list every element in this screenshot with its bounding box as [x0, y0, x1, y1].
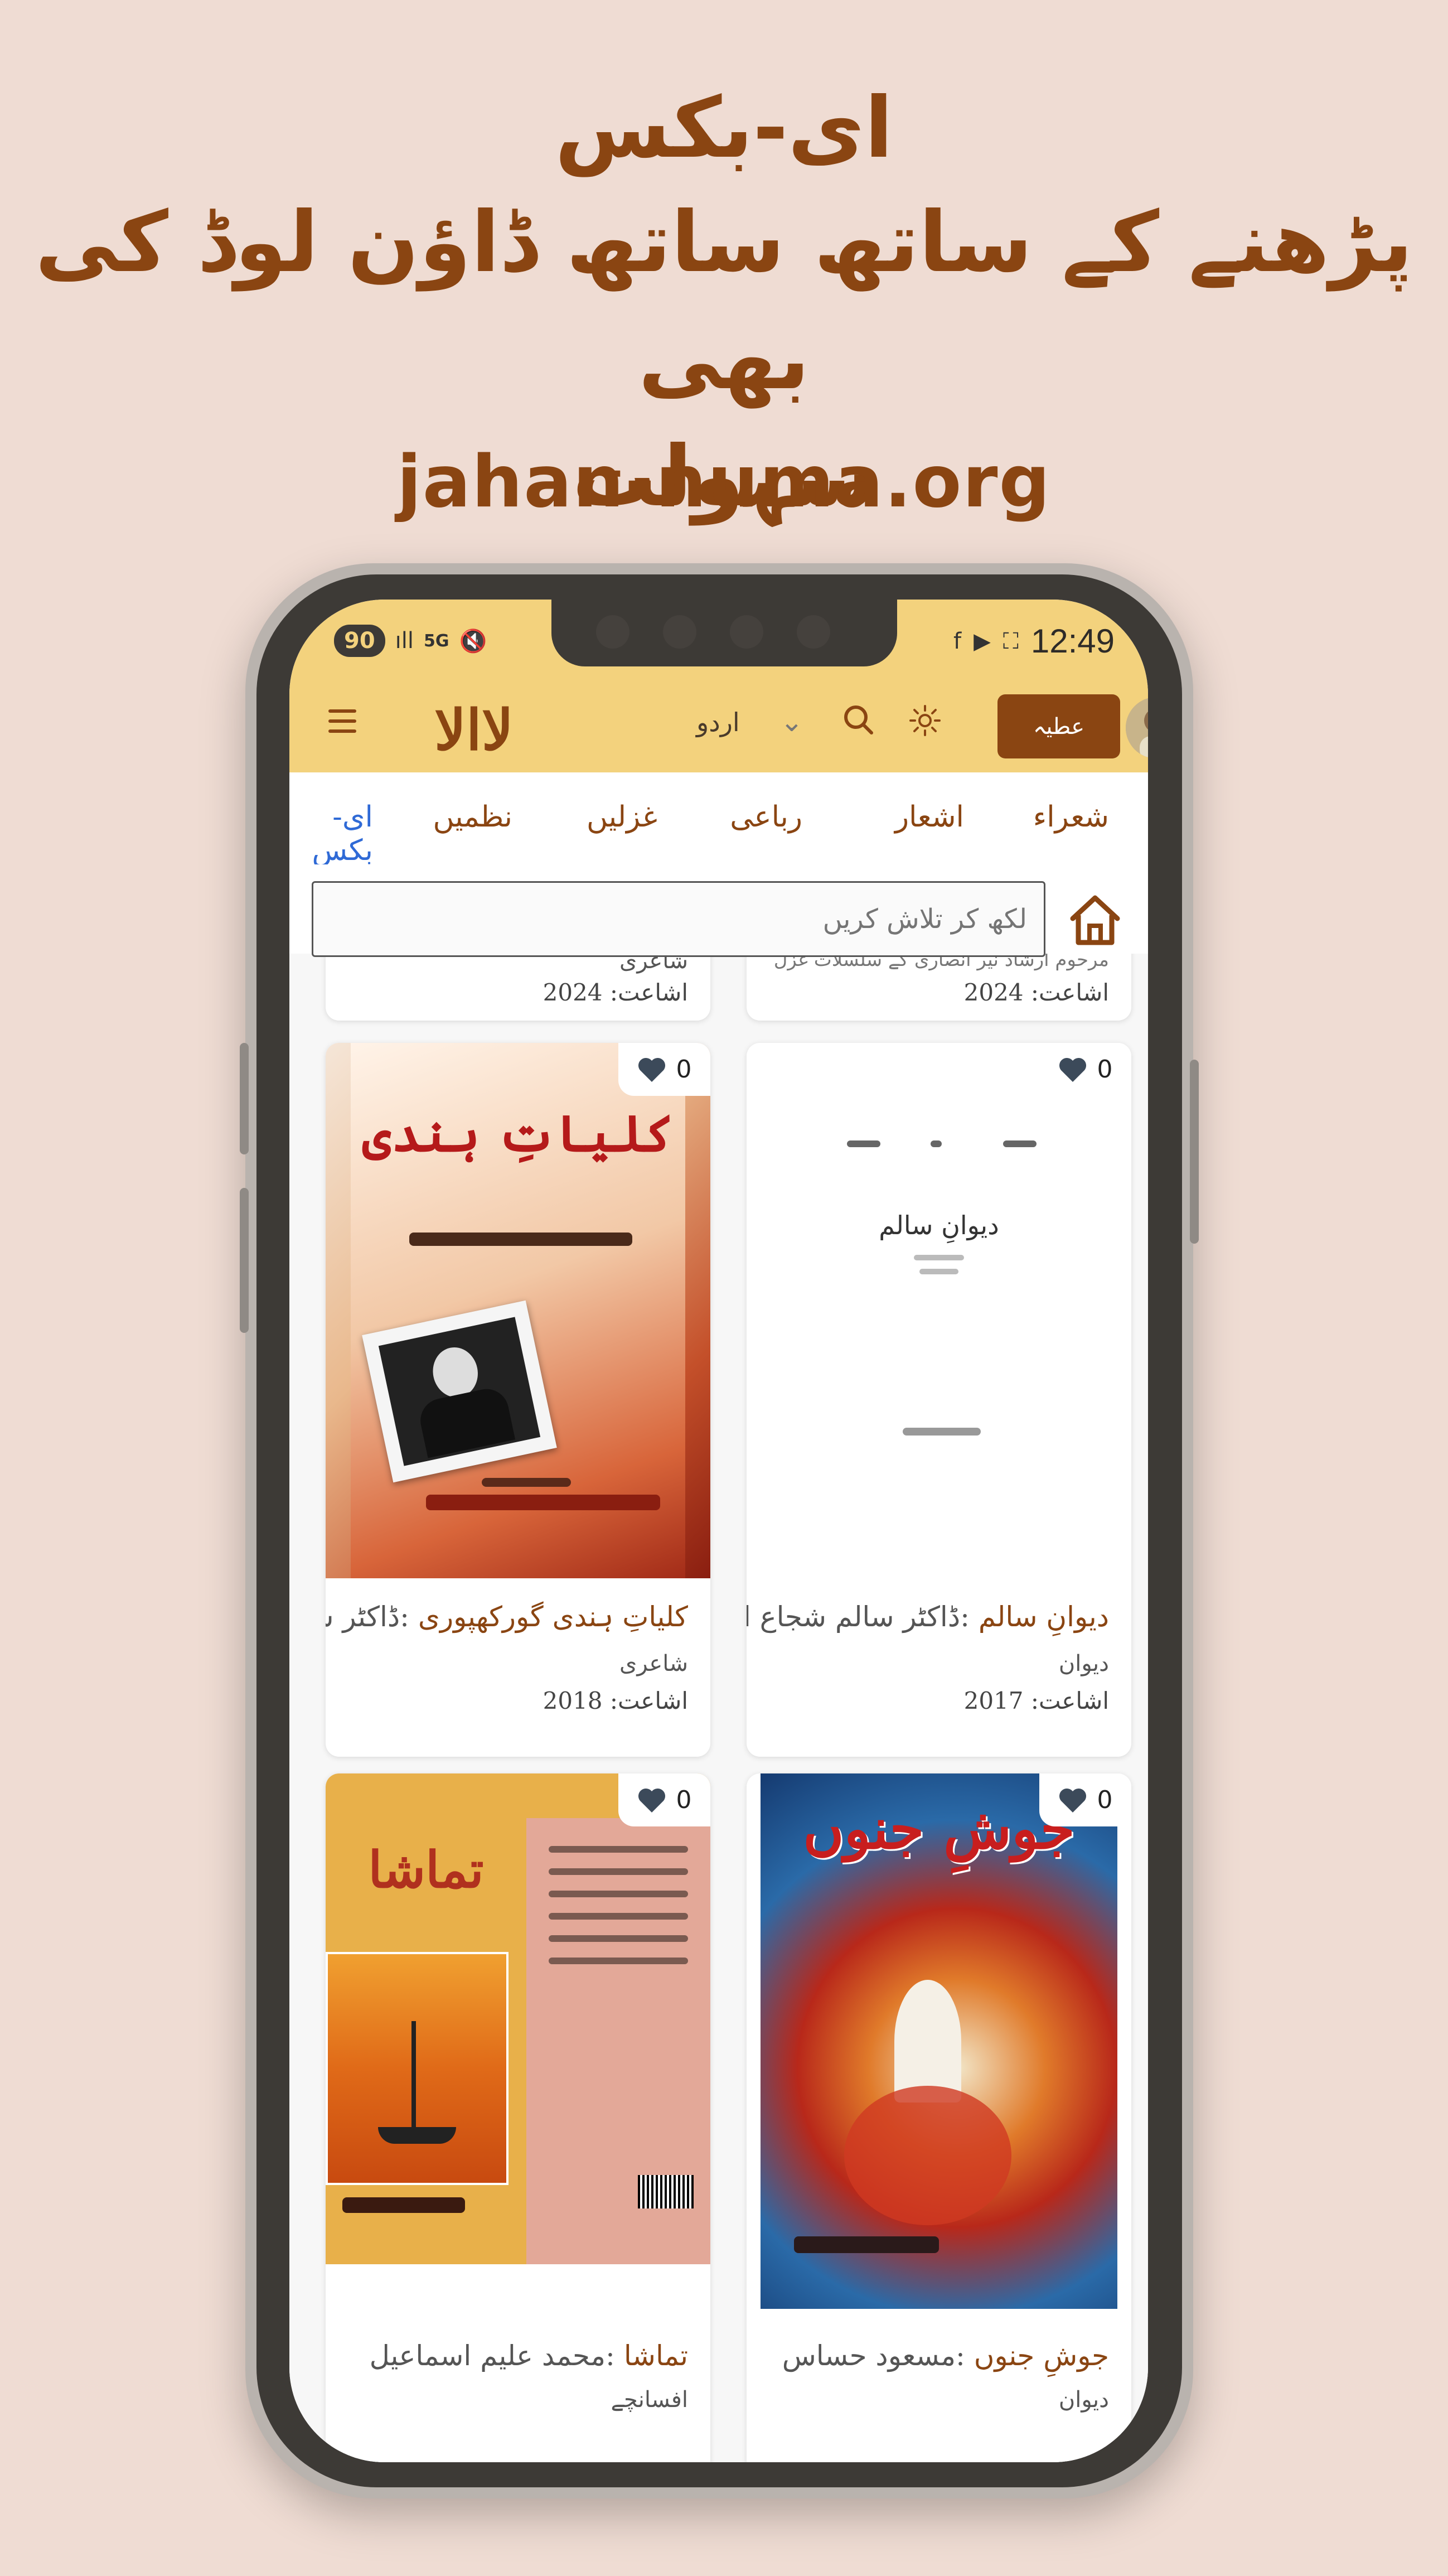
book-year: اشاعت: 2024	[543, 979, 688, 1006]
book-title[interactable]: تماشا :محمد علیم اسماعیل	[370, 2340, 688, 2372]
book-genre: افسانچے	[611, 2387, 689, 2413]
like-count: 0	[1097, 1055, 1113, 1084]
donate-button[interactable]: عطیہ	[997, 694, 1120, 758]
book-genre: شاعری	[619, 1651, 688, 1676]
tab-nazms[interactable]: نظمیں	[433, 800, 512, 834]
book-card-tamasha[interactable]: تماشا 0 تماشا :محمد علیم اسماعیل افسانچے	[326, 1773, 710, 2462]
promo-subtitle-line-1: پڑھنے کے ساتھ ساتھ ڈاؤن لوڈ کی بھی	[35, 194, 1413, 408]
theme-toggle-icon[interactable]	[908, 704, 942, 737]
book-year: اشاعت: 2018	[543, 1687, 688, 1714]
book-year: اشاعت: 2024	[963, 979, 1109, 1006]
clock: 12:49	[1030, 622, 1115, 660]
like-count: 0	[676, 1786, 692, 1814]
tab-ebooks[interactable]: ای-بکس	[289, 800, 373, 867]
book-cover[interactable]: جوشِ جنوں	[761, 1773, 1117, 2309]
book-author: :مسعود حساس	[782, 2340, 965, 2372]
tab-poets[interactable]: شعراء	[1033, 800, 1109, 834]
book-cover[interactable]: دیوانِ سالم	[747, 1043, 1131, 1578]
promo-url[interactable]: jahan-numa.org	[0, 441, 1448, 524]
book-card-diwan-e-salim[interactable]: دیوانِ سالم 0 دیوانِ سالم :ڈاکٹر سالم شج…	[747, 1043, 1131, 1757]
like-button[interactable]: 0	[618, 1773, 710, 1826]
book-title-text: جوشِ جنوں	[974, 2340, 1109, 2372]
tab-couplets[interactable]: اشعار	[895, 800, 964, 834]
book-title[interactable]: جوشِ جنوں :مسعود حساس	[782, 2340, 1109, 2372]
chevron-down-icon[interactable]: ⌄	[780, 705, 803, 738]
search-row	[289, 864, 1148, 957]
avatar[interactable]	[1126, 697, 1148, 758]
power-button	[1190, 1060, 1199, 1244]
search-icon[interactable]	[841, 703, 875, 736]
phone-screen: 90 ıll 5G 🔇 f ▶ ⛶ 12:49 لاالا اردو ⌄ عطی…	[289, 600, 1148, 2462]
book-author: :ڈاکٹر سالم شجاع انصاری	[747, 1601, 970, 1633]
like-count: 0	[676, 1055, 692, 1084]
search-input[interactable]	[313, 883, 1044, 955]
volume-down-button	[240, 1188, 249, 1333]
cover-title: کلیاتِ ہندی	[362, 1104, 674, 1163]
book-card-kulliyat-e-hindi[interactable]: کلیاتِ ہندی 0 کلیاتِ ہندی گورکھپوری :ڈاک…	[326, 1043, 710, 1757]
like-count: 0	[1097, 1786, 1113, 1814]
heart-icon	[638, 1788, 665, 1813]
youtube-icon: ▶	[974, 628, 991, 654]
language-selector[interactable]: اردو	[696, 707, 740, 737]
heart-icon	[1059, 1057, 1086, 1082]
heart-icon	[638, 1057, 665, 1082]
book-title[interactable]: دیوانِ سالم :ڈاکٹر سالم شجاع انصاری	[747, 1601, 1109, 1633]
book-title-text: کلیاتِ ہندی گورکھپوری	[418, 1601, 688, 1633]
site-logo[interactable]: لاالا	[434, 697, 514, 763]
app-header: لاالا اردو ⌄ عطیہ	[289, 675, 1148, 772]
book-cover[interactable]: تماشا	[326, 1773, 710, 2264]
search-field-wrapper	[312, 881, 1045, 957]
signal-icon: ıll	[395, 628, 414, 654]
book-year: اشاعت: 2017	[963, 1687, 1109, 1714]
mute-icon: 🔇	[459, 628, 487, 654]
hamburger-menu-icon[interactable]	[328, 709, 356, 740]
book-card[interactable]: مرحوم ارشاد نیر انصاری کے سلسلات غزل اشا…	[747, 954, 1131, 1021]
camera-notch	[551, 600, 897, 666]
volume-up-button	[240, 1043, 249, 1154]
cover-title: دیوانِ سالم	[879, 1210, 999, 1240]
like-button[interactable]: 0	[1039, 1043, 1131, 1096]
home-icon[interactable]	[1064, 890, 1126, 951]
book-title-text: تماشا	[623, 2340, 688, 2372]
network-label: 5G	[424, 631, 449, 651]
like-button[interactable]: 0	[1039, 1773, 1131, 1826]
status-bar: 90 ıll 5G 🔇 f ▶ ⛶ 12:49	[289, 600, 1148, 675]
book-cover[interactable]: کلیاتِ ہندی	[326, 1043, 710, 1578]
book-title-text: دیوانِ سالم	[978, 1601, 1109, 1633]
tab-ghazals[interactable]: غزلیں	[587, 800, 657, 834]
heart-icon	[1059, 1788, 1086, 1813]
category-tabs: شعراء اشعار رباعی غزلیں نظمیں ای-بکس	[289, 772, 1148, 867]
tab-rubai[interactable]: رباعی	[730, 800, 802, 834]
book-author: :ڈاکٹر سلیم…	[326, 1601, 409, 1633]
facebook-icon: f	[953, 628, 962, 654]
ebook-grid: شاعری اشاعت: 2024 مرحوم ارشاد نیر انصاری…	[289, 954, 1148, 2462]
book-card[interactable]: شاعری اشاعت: 2024	[326, 954, 710, 1021]
book-title[interactable]: کلیاتِ ہندی گورکھپوری :ڈاکٹر سلیم…	[326, 1601, 688, 1633]
book-card-josh-e-junoon[interactable]: جوشِ جنوں 0 جوشِ جنوں :مسعود حساس دیوان	[747, 1773, 1131, 2462]
book-author: :محمد علیم اسماعیل	[369, 2340, 615, 2372]
book-genre: دیوان	[1058, 1651, 1109, 1676]
battery-indicator: 90	[334, 625, 385, 657]
book-genre: دیوان	[1058, 2387, 1109, 2413]
cover-title: تماشا	[368, 1840, 484, 1900]
promo-title: ای-بکس	[555, 80, 893, 177]
like-button[interactable]: 0	[618, 1043, 710, 1096]
screenshot-icon: ⛶	[1003, 628, 1019, 654]
